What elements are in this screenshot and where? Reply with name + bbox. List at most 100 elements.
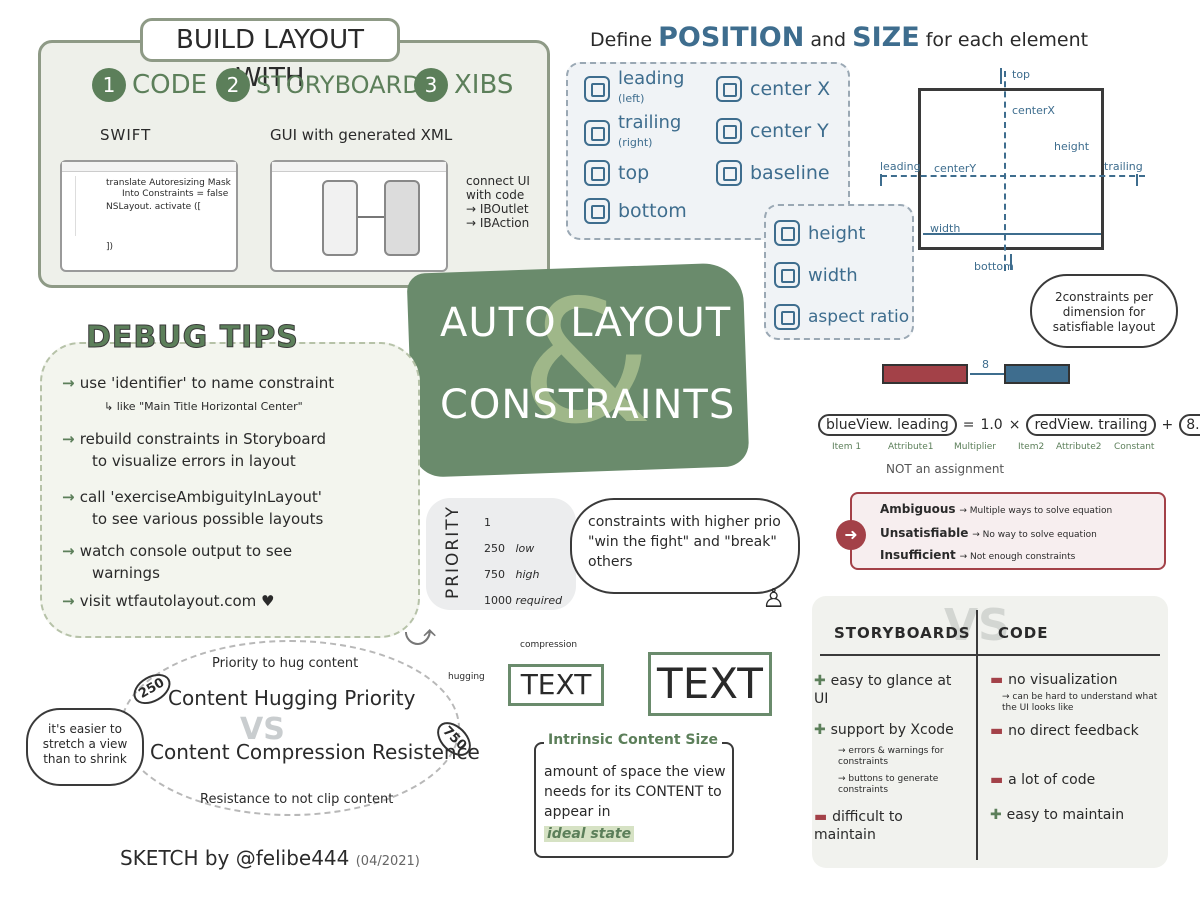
position-word: POSITION bbox=[658, 22, 805, 53]
eq-mult: 1.0 bbox=[980, 417, 1003, 433]
sb-pro-1: ✚ easy to glance at UI bbox=[814, 673, 952, 707]
hugging-label: hugging bbox=[448, 672, 485, 682]
bottom-label: bottom bbox=[618, 200, 687, 222]
blue-view-bar bbox=[1004, 364, 1070, 384]
top-marker bbox=[1000, 68, 1002, 84]
unsat-term: Unsatisfiable bbox=[880, 526, 969, 540]
eq-equals: = bbox=[962, 417, 975, 433]
code-pro-1: ✚ easy to maintain bbox=[990, 807, 1125, 823]
title-line-2: CONSTRAINTS bbox=[440, 382, 736, 428]
option-label-xibs: XIBS bbox=[454, 70, 514, 100]
intrinsic-title: Intrinsic Content Size bbox=[544, 732, 722, 748]
trailing-icon bbox=[584, 120, 610, 146]
hug-bottom-note: Resistance to not clip content bbox=[200, 792, 394, 807]
compare-code-header: CODE bbox=[998, 624, 1049, 642]
storyboard-window-mock bbox=[270, 160, 448, 272]
bottom-icon bbox=[584, 198, 610, 224]
leading-label: leading bbox=[618, 68, 685, 89]
option-label-code: CODE bbox=[132, 70, 208, 100]
ibaction-text: → IBAction bbox=[466, 216, 530, 230]
size-word: SIZE bbox=[852, 22, 920, 53]
centerx-label: center X bbox=[750, 78, 831, 100]
compression-title: Content Compression Resistence bbox=[150, 740, 480, 764]
compression-label: compression bbox=[520, 640, 578, 650]
priority-label: PRIORITY bbox=[443, 504, 463, 600]
priority-speech-bubble: constraints with higher prio "win the fi… bbox=[570, 498, 800, 594]
diagram-top-label: top bbox=[1012, 68, 1031, 81]
attr-centery: center Y bbox=[716, 118, 829, 144]
trailing-marker bbox=[1136, 174, 1138, 186]
signature-text: SKETCH by @felibe444 bbox=[120, 846, 350, 870]
gap-line bbox=[970, 373, 1004, 375]
code-line-2: Into Constraints = false bbox=[122, 189, 229, 199]
define-title: Define POSITION and SIZE for each elemen… bbox=[590, 22, 1088, 53]
tip2b-text: to visualize errors in layout bbox=[92, 452, 296, 470]
aspect-label: aspect ratio bbox=[808, 307, 910, 327]
leading-sub: (left) bbox=[618, 92, 645, 105]
attr-top: top bbox=[584, 160, 649, 186]
diagram-leading-label: leading bbox=[880, 160, 921, 173]
width-label: width bbox=[808, 264, 858, 286]
intrinsic-ideal: ideal state bbox=[544, 826, 635, 842]
label-attr1: Attribute1 bbox=[888, 442, 934, 452]
sb-con-1: ▬ difficult to maintain bbox=[814, 809, 903, 843]
and-word: and bbox=[810, 29, 847, 51]
compare-vline bbox=[976, 610, 978, 860]
centerx-line bbox=[1004, 71, 1006, 271]
tip3b-text: to see various possible layouts bbox=[92, 510, 324, 528]
text-big-box: TEXT bbox=[648, 652, 772, 716]
diagram-centerx-label: centerX bbox=[1012, 104, 1055, 117]
stretch-cloud: it's easier to stretch a view than to sh… bbox=[26, 708, 144, 786]
insuff-desc: → Not enough constraints bbox=[959, 552, 1076, 562]
gui-label: GUI with generated XML bbox=[270, 126, 453, 144]
option-number-3: 3 bbox=[414, 68, 448, 102]
debug-title: DEBUG TIPS bbox=[86, 320, 299, 356]
code-con-2: ▬ no direct feedback bbox=[990, 723, 1139, 739]
compare-sb-header: STORYBOARDS bbox=[834, 624, 971, 642]
not-assignment-note: NOT an assignment bbox=[886, 462, 1005, 476]
top-label: top bbox=[618, 162, 650, 184]
tip5-text: visit wtfautolayout.com ♥ bbox=[79, 592, 275, 610]
debug-tip-3: → call 'exerciseAmbiguityInLayout' to se… bbox=[62, 488, 324, 528]
connect-note: connect UI with code → IBOutlet → IBActi… bbox=[466, 174, 546, 230]
sb-pro-2a: → errors & warnings for constraints bbox=[838, 746, 944, 767]
errors-arrow-icon: ➜ bbox=[836, 520, 866, 550]
prio-1: 1 bbox=[484, 516, 491, 529]
prio-low: low bbox=[515, 542, 535, 555]
signature-date: (04/2021) bbox=[355, 854, 420, 869]
c1-text: no visualization bbox=[1008, 672, 1118, 688]
unsat-desc: → No way to solve equation bbox=[972, 530, 1097, 540]
diagram-width-label: width bbox=[930, 222, 961, 235]
trailing-label: trailing bbox=[618, 112, 682, 133]
debug-tip-2: → rebuild constraints in Storyboard to v… bbox=[62, 430, 327, 470]
hug-top-note: Priority to hug content bbox=[212, 656, 359, 671]
signature: SKETCH by @felibe444 (04/2021) bbox=[120, 846, 420, 870]
label-attr2: Attribute2 bbox=[1056, 442, 1102, 452]
aspect-ratio-icon bbox=[774, 304, 800, 330]
centery-label: center Y bbox=[750, 120, 829, 142]
c2-text: no direct feedback bbox=[1008, 723, 1139, 739]
height-label: height bbox=[808, 222, 866, 244]
sb-pro-2b: → buttons to generate constraints bbox=[838, 774, 939, 795]
attr-baseline: baseline bbox=[716, 160, 830, 186]
eq-item1: blueView. leading bbox=[818, 414, 957, 436]
attr-width: width bbox=[774, 262, 858, 288]
gap-value: 8 bbox=[982, 358, 989, 371]
cloud-note: 2constraints per dimension for satisfiab… bbox=[1030, 274, 1178, 348]
for-each-element: for each element bbox=[925, 29, 1089, 51]
prio-250: 250 bbox=[484, 542, 505, 555]
trailing-sub: (right) bbox=[618, 136, 653, 149]
error-ambiguous: Ambiguous → Multiple ways to solve equat… bbox=[880, 502, 1112, 516]
attr-height: height bbox=[774, 220, 865, 246]
ambiguous-term: Ambiguous bbox=[880, 502, 956, 516]
centery-icon bbox=[716, 118, 742, 144]
title-line-1: AUTO LAYOUT bbox=[440, 300, 732, 346]
debug-tip-4: → watch console output to see warnings bbox=[62, 542, 293, 582]
prio-750: 750 bbox=[484, 568, 505, 581]
prio-required: required bbox=[515, 594, 563, 607]
eq-plus: + bbox=[1161, 417, 1174, 433]
hug-title: Content Hugging Priority bbox=[168, 686, 416, 710]
leading-marker bbox=[880, 174, 882, 186]
diagram-bottom-label: bottom bbox=[974, 260, 1014, 273]
iboutlet-text: → IBOutlet bbox=[466, 202, 529, 216]
